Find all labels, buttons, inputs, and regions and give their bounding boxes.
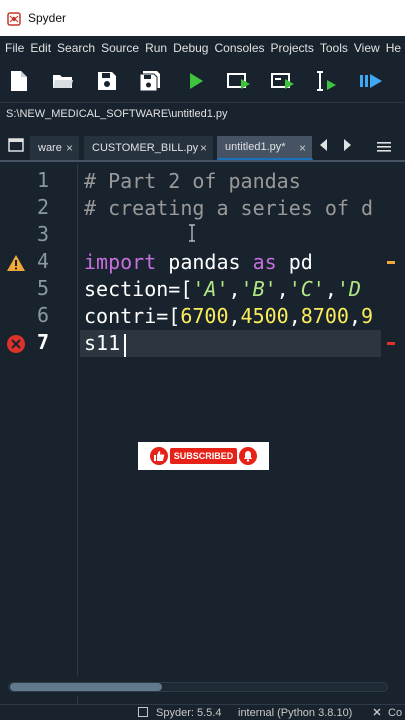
run-icon[interactable] xyxy=(183,68,209,94)
code-token: , xyxy=(348,304,361,328)
code-token: contri=[ xyxy=(84,304,181,328)
file-path-bar: S:\NEW_MEDICAL_SOFTWARE\untitled1.py xyxy=(0,102,405,126)
tab-untitled1[interactable]: untitled1.py* × xyxy=(217,136,313,160)
code-token: # Part 2 of pandas xyxy=(84,169,301,193)
save-icon[interactable] xyxy=(94,68,120,94)
menu-search[interactable]: Search xyxy=(57,41,95,55)
status-bar: Spyder: 5.5.4 internal (Python 3.8.10) C… xyxy=(0,704,405,720)
code-token: 'A' xyxy=(192,277,229,301)
line-number: 4 xyxy=(36,249,50,273)
completions-icon xyxy=(372,707,382,720)
code-token: , xyxy=(276,277,289,301)
tab-label: CUSTOMER_BILL.py xyxy=(92,142,199,154)
scroll-tabs-left-icon[interactable] xyxy=(318,137,328,156)
close-icon[interactable]: × xyxy=(66,141,73,155)
close-icon[interactable]: × xyxy=(299,141,306,155)
code-text-area[interactable]: # Part 2 of pandas # creating a series of… xyxy=(80,164,385,704)
spyder-version: Spyder: 5.5.4 xyxy=(156,707,222,719)
menu-consoles[interactable]: Consoles xyxy=(214,41,264,55)
code-line[interactable]: # creating a series of d xyxy=(84,195,373,222)
line-number: 6 xyxy=(36,303,50,327)
file-path: S:\NEW_MEDICAL_SOFTWARE\untitled1.py xyxy=(6,108,228,120)
warning-marker[interactable] xyxy=(387,261,395,264)
code-token: pd xyxy=(276,250,313,274)
code-token: 6700 xyxy=(180,304,229,328)
code-token: s11 xyxy=(84,331,121,355)
code-line[interactable]: import pandas as pd xyxy=(84,249,313,276)
line-number: 1 xyxy=(36,168,50,192)
code-token: # creating a series of d xyxy=(84,196,373,220)
menu-source[interactable]: Source xyxy=(101,41,139,55)
title-bar: Spyder xyxy=(0,0,405,36)
marker-rail xyxy=(385,164,405,704)
scrollbar-thumb[interactable] xyxy=(10,683,162,691)
error-marker[interactable] xyxy=(387,342,395,345)
warning-icon[interactable] xyxy=(6,254,26,276)
line-number-gutter: 1 2 3 4 5 6 7 xyxy=(0,164,78,704)
menu-projects[interactable]: Projects xyxy=(271,41,314,55)
line-number: 3 xyxy=(36,222,50,246)
code-token: 'C' xyxy=(288,277,325,301)
open-folder-icon[interactable] xyxy=(50,68,76,94)
browse-tabs-icon[interactable] xyxy=(8,137,24,156)
menu-file[interactable]: File xyxy=(5,41,24,55)
menu-bar: File Edit Search Source Run Debug Consol… xyxy=(0,36,405,60)
tab-customer-bill[interactable]: CUSTOMER_BILL.py × xyxy=(84,136,214,160)
code-editor[interactable]: 1 2 3 4 5 6 7 # Part 2 of pandas # creati… xyxy=(0,164,405,704)
completions-status: Co xyxy=(388,707,403,719)
code-token: 8700 xyxy=(300,304,349,328)
code-token: 'B' xyxy=(240,277,277,301)
options-menu-icon[interactable] xyxy=(377,138,391,157)
new-file-icon[interactable] xyxy=(6,68,32,94)
text-cursor xyxy=(124,334,126,357)
code-token: , xyxy=(228,304,241,328)
code-token: import xyxy=(84,250,157,274)
code-token: , xyxy=(228,277,241,301)
code-token: 'D xyxy=(336,277,361,301)
menu-view[interactable]: View xyxy=(354,41,380,55)
code-token: , xyxy=(324,277,337,301)
spyder-window: Spyder File Edit Search Source Run Debug… xyxy=(0,0,405,720)
code-token: 4500 xyxy=(240,304,289,328)
menu-debug[interactable]: Debug xyxy=(173,41,208,55)
debug-icon[interactable] xyxy=(358,68,384,94)
editor-tab-bar: ware × CUSTOMER_BILL.py × untitled1.py* … xyxy=(0,128,405,162)
code-token: as xyxy=(252,250,277,274)
window-title: Spyder xyxy=(28,11,67,25)
code-line[interactable]: # Part 2 of pandas xyxy=(84,168,301,195)
thumbs-up-icon xyxy=(149,447,168,465)
close-icon[interactable]: × xyxy=(200,141,207,155)
main-toolbar xyxy=(0,60,405,102)
run-selection-icon[interactable] xyxy=(313,68,339,94)
code-line[interactable]: section=['A','B','C','D xyxy=(84,276,361,303)
run-cell-advance-icon[interactable] xyxy=(270,68,296,94)
spyder-status-icon xyxy=(138,707,148,720)
mouse-ibeam-icon xyxy=(188,224,196,246)
subscribed-label: SUBSCRIBED xyxy=(169,448,238,464)
line-number-current: 7 xyxy=(36,330,50,354)
menu-run[interactable]: Run xyxy=(145,41,167,55)
scroll-tabs-right-icon[interactable] xyxy=(343,137,353,156)
tab-label: untitled1.py* xyxy=(225,141,286,153)
interpreter-status[interactable]: internal (Python 3.8.10) xyxy=(238,707,352,719)
code-token: 9 xyxy=(360,304,374,328)
menu-tools[interactable]: Tools xyxy=(320,41,348,55)
menu-help[interactable]: He xyxy=(386,41,401,55)
code-line[interactable]: contri=[6700,4500,8700,9 xyxy=(84,303,373,330)
tab-ware[interactable]: ware × xyxy=(30,136,80,160)
menu-edit[interactable]: Edit xyxy=(30,41,51,55)
code-token: , xyxy=(288,304,301,328)
bell-icon xyxy=(239,447,258,465)
spyder-logo-icon xyxy=(7,11,21,26)
error-icon[interactable] xyxy=(6,334,26,358)
subscribed-overlay: SUBSCRIBED xyxy=(138,442,269,470)
horizontal-scrollbar[interactable] xyxy=(0,676,405,696)
line-number: 2 xyxy=(36,195,50,219)
line-number: 5 xyxy=(36,276,50,300)
code-token: section=[ xyxy=(84,277,193,301)
save-all-icon[interactable] xyxy=(137,68,163,94)
tab-label: ware xyxy=(38,142,62,154)
code-token: pandas xyxy=(156,250,253,274)
run-cell-icon[interactable] xyxy=(226,68,252,94)
